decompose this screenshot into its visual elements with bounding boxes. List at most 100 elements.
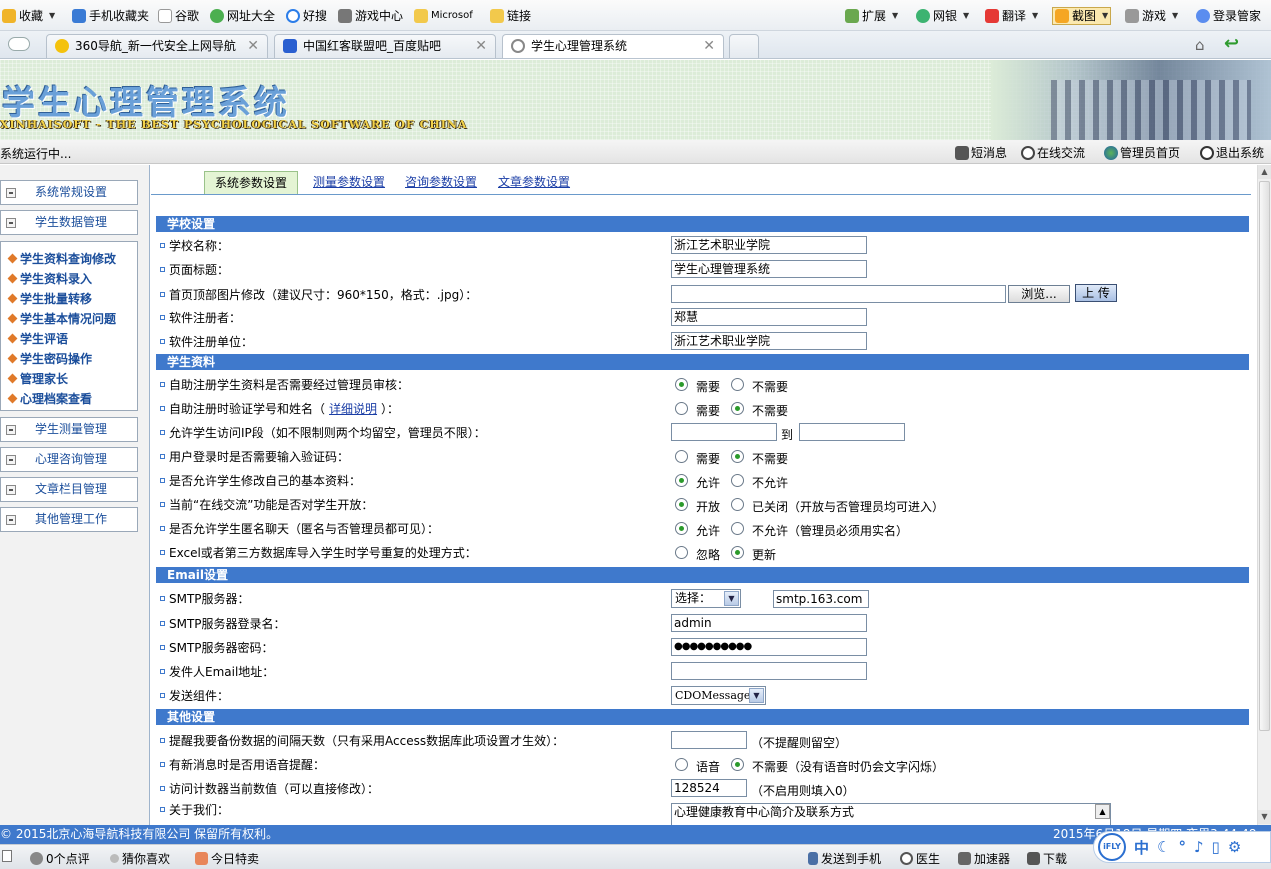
sidebar-toggle-icon[interactable] — [2, 850, 12, 862]
accelerator-button[interactable]: 加速器 — [958, 850, 1010, 867]
browser-tab-active[interactable]: 学生心理管理系统 ✕ — [502, 34, 724, 58]
anonymous-allow-radio[interactable] — [675, 522, 688, 535]
registration-unit-input[interactable]: 浙江艺术职业学院 — [671, 332, 867, 350]
close-icon[interactable]: ✕ — [703, 35, 715, 57]
sender-email-input[interactable] — [671, 662, 867, 680]
ip-start-input[interactable] — [671, 423, 777, 441]
punctuation-icon[interactable]: ° — [1178, 838, 1186, 856]
textarea-scroll-up-icon[interactable]: ▲ — [1095, 804, 1110, 819]
toolbar-translate[interactable]: 翻译 ▼ — [985, 7, 1038, 25]
ip-end-input[interactable] — [799, 423, 905, 441]
edit-allow-radio[interactable] — [675, 474, 688, 487]
sidebar-subitem-transfer[interactable]: 学生批量转移 — [7, 290, 92, 307]
backup-interval-input[interactable] — [671, 731, 747, 749]
browser-tab-baidu[interactable]: 中国红客联盟吧_百度贴吧 ✕ — [274, 34, 496, 58]
smtp-password-input[interactable]: ●●●●●●●●●● — [671, 638, 867, 656]
guess-you-like-button[interactable]: 猜你喜欢 — [110, 850, 170, 867]
review-not-required-radio[interactable] — [731, 378, 744, 391]
sidebar-item-articles[interactable]: 文章栏目管理 — [0, 477, 138, 502]
doctor-button[interactable]: 医生 — [900, 850, 940, 867]
toolbar-login-manager[interactable]: 登录管家 — [1196, 7, 1261, 25]
bookmark-microsoft[interactable]: Microsof — [414, 7, 473, 25]
chat-closed-radio[interactable] — [731, 498, 744, 511]
page-scrollbar[interactable]: ▲ ▼ — [1257, 165, 1271, 825]
page-title-input[interactable]: 学生心理管理系统 — [671, 260, 867, 278]
sidebar-item-system-settings[interactable]: 系统常规设置 — [0, 180, 138, 205]
send-to-phone-button[interactable]: 发送到手机 — [808, 850, 881, 867]
captcha-required-radio[interactable] — [675, 450, 688, 463]
sidebar-item-other[interactable]: 其他管理工作 — [0, 507, 138, 532]
scroll-down-icon[interactable]: ▼ — [1258, 810, 1271, 824]
sidebar-subitem-basic-issues[interactable]: 学生基本情况问题 — [7, 310, 116, 327]
sidebar-subitem-query[interactable]: 学生资料查询修改 — [7, 250, 116, 267]
toolbar-extensions[interactable]: 扩展 ▼ — [845, 7, 898, 25]
moon-icon[interactable]: ☾ — [1157, 838, 1170, 856]
visit-counter-input[interactable]: 128524 — [671, 779, 747, 797]
home-icon[interactable]: ⌂ — [1195, 36, 1205, 54]
verify-not-required-radio[interactable] — [731, 402, 744, 415]
scroll-up-icon[interactable]: ▲ — [1258, 165, 1271, 179]
settings-gear-icon[interactable]: ⚙ — [1228, 838, 1241, 856]
anonymous-disallow-radio[interactable] — [731, 522, 744, 535]
short-message-link[interactable]: 短消息 — [955, 144, 1007, 161]
smtp-user-input[interactable]: admin — [671, 614, 867, 632]
favorites-menu[interactable]: 收藏 ▼ — [2, 7, 55, 25]
tab-counseling-params[interactable]: 咨询参数设置 — [401, 171, 481, 194]
browse-button[interactable]: 浏览... — [1008, 285, 1070, 303]
online-chat-link[interactable]: 在线交流 — [1021, 144, 1085, 161]
verify-required-radio[interactable] — [675, 402, 688, 415]
daily-deals-button[interactable]: 今日特卖 — [195, 850, 259, 867]
smtp-server-input[interactable]: smtp.163.com — [773, 590, 869, 608]
school-name-input[interactable]: 浙江艺术职业学院 — [671, 236, 867, 254]
sidebar-subitem-archives[interactable]: 心理档案查看 — [7, 390, 92, 407]
bookmark-mobile[interactable]: 手机收藏夹 — [72, 7, 149, 25]
bookmark-google[interactable]: 谷歌 — [158, 7, 199, 25]
tab-system-params[interactable]: 系统参数设置 — [204, 171, 299, 194]
duplicates-ignore-radio[interactable] — [675, 546, 688, 559]
sidebar-item-measurement[interactable]: 学生测量管理 — [0, 417, 138, 442]
download-button[interactable]: 下载 — [1027, 850, 1067, 867]
voice-off-radio[interactable] — [731, 758, 744, 771]
sidebar-subitem-parents[interactable]: 管理家长 — [7, 370, 68, 387]
sidebar-subitem-entry[interactable]: 学生资料录入 — [7, 270, 92, 287]
ime-toolbar[interactable]: iFLY 中 ☾ ° ♪ ▯ ⚙ — [1093, 831, 1271, 863]
scrollbar-thumb[interactable] — [1259, 181, 1270, 731]
details-link[interactable]: 详细说明 — [329, 400, 377, 417]
chat-open-radio[interactable] — [675, 498, 688, 511]
tab-measurement-params[interactable]: 测量参数设置 — [309, 171, 389, 194]
about-us-textarea[interactable]: 心理健康教育中心简介及联系方式 — [671, 803, 1111, 825]
toolbar-games[interactable]: 游戏 ▼ — [1125, 7, 1178, 25]
toolbar-netbank[interactable]: 网银 ▼ — [916, 7, 969, 25]
clipboard-icon[interactable]: ▯ — [1212, 838, 1220, 856]
ime-mode-toggle[interactable]: 中 — [1134, 837, 1149, 858]
bookmark-site-directory[interactable]: 网址大全 — [210, 7, 275, 25]
logout-link[interactable]: 退出系统 — [1200, 144, 1264, 161]
smtp-preset-select[interactable]: 选择： ▼ — [671, 589, 741, 608]
edit-disallow-radio[interactable] — [731, 474, 744, 487]
sidebar-item-student-data[interactable]: 学生数据管理 — [0, 210, 138, 235]
captcha-not-required-radio[interactable] — [731, 450, 744, 463]
sidebar-subitem-comments[interactable]: 学生评语 — [7, 330, 68, 347]
back-arrow-icon[interactable]: ↩ — [1224, 33, 1239, 54]
bookmark-game-center[interactable]: 游戏中心 — [338, 7, 403, 25]
new-tab-button[interactable] — [729, 34, 759, 58]
sidebar-item-counseling[interactable]: 心理咨询管理 — [0, 447, 138, 472]
bookmark-links[interactable]: 链接 — [490, 7, 531, 25]
registrant-input[interactable]: 郑慧 — [671, 308, 867, 326]
comments-button[interactable]: 0个点评 — [30, 850, 90, 867]
upload-button[interactable]: 上 传 — [1075, 284, 1117, 302]
tab-article-params[interactable]: 文章参数设置 — [494, 171, 574, 194]
banner-image-file-input[interactable] — [671, 285, 1006, 303]
bookmark-haosou[interactable]: 好搜 — [286, 7, 327, 25]
voice-on-radio[interactable] — [675, 758, 688, 771]
close-icon[interactable]: ✕ — [475, 35, 487, 57]
duplicates-update-radio[interactable] — [731, 546, 744, 559]
cloud-icon[interactable] — [8, 37, 30, 51]
microphone-icon[interactable]: ♪ — [1194, 838, 1204, 856]
review-required-radio[interactable] — [675, 378, 688, 391]
toolbar-screenshot[interactable]: 截图 ▼ — [1052, 7, 1112, 25]
sidebar-subitem-password[interactable]: 学生密码操作 — [7, 350, 92, 367]
close-icon[interactable]: ✕ — [247, 35, 259, 57]
browser-tab-360[interactable]: 360导航_新一代安全上网导航 ✕ — [46, 34, 268, 58]
admin-home-link[interactable]: 管理员首页 — [1104, 144, 1180, 161]
